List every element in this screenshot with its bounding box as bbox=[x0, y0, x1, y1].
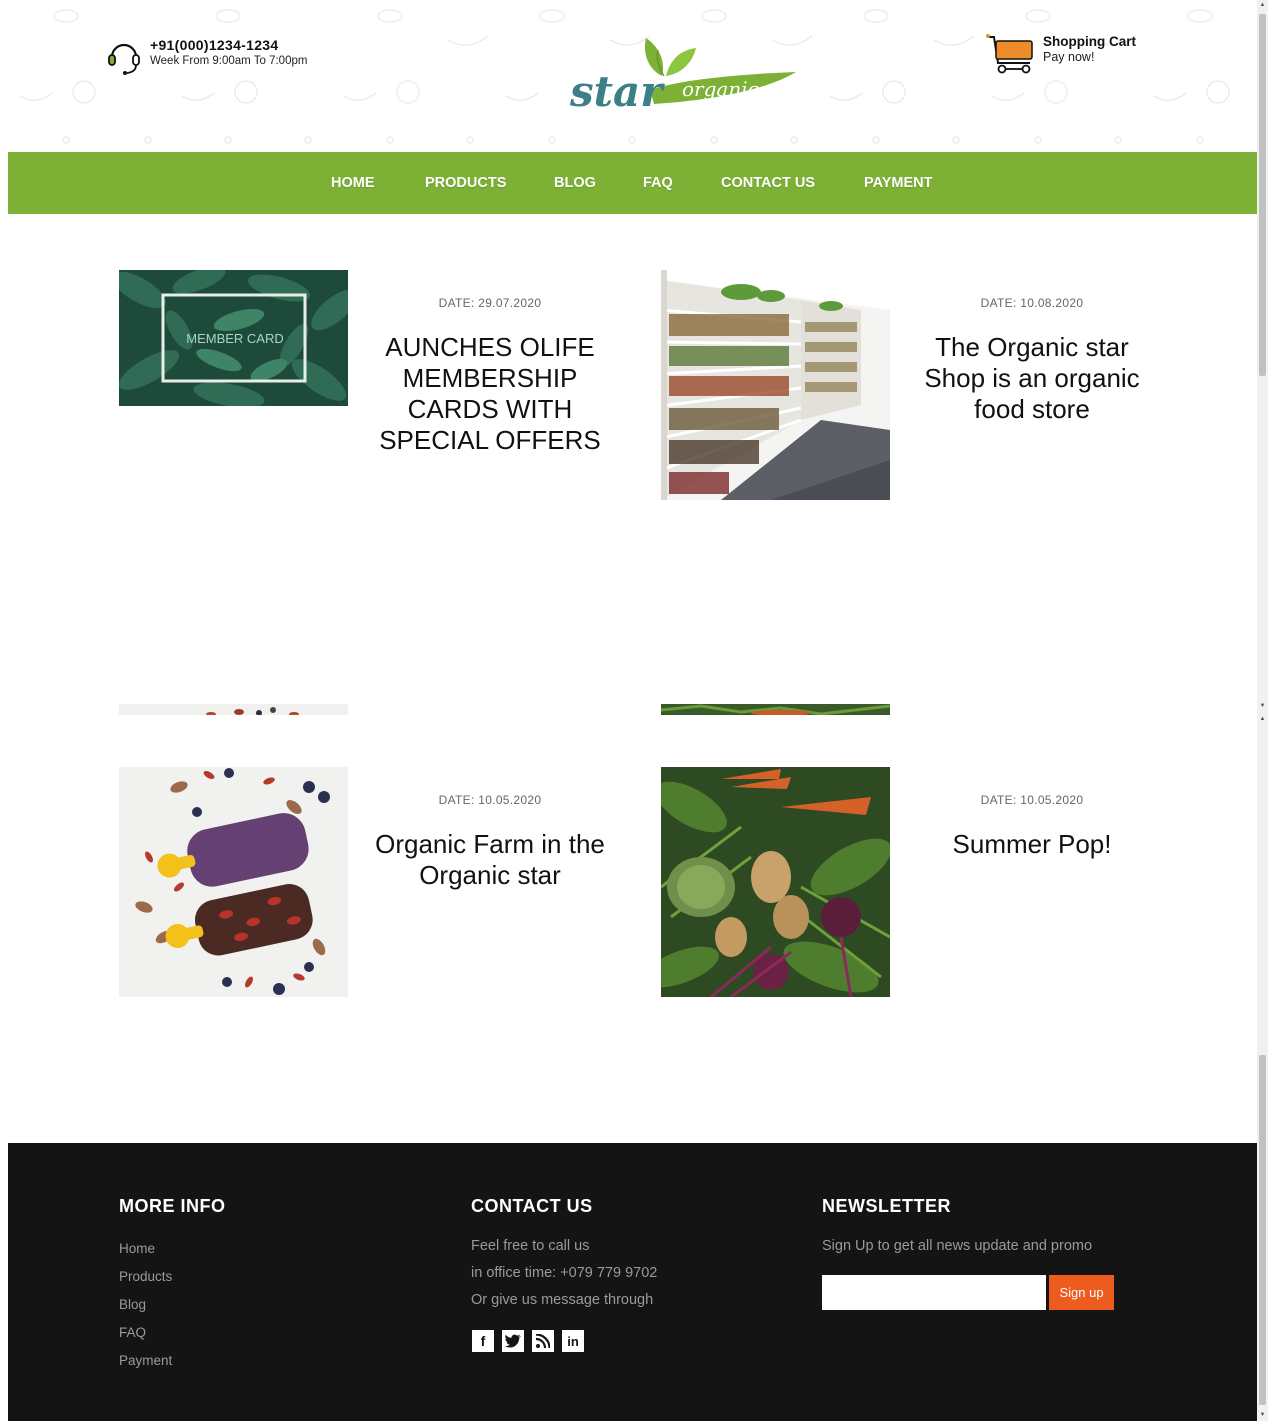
contact-heading: CONTACT US bbox=[471, 1196, 593, 1216]
footer-link-faq[interactable]: FAQ bbox=[119, 1319, 172, 1347]
footer-links: Home Products Blog FAQ Payment bbox=[119, 1235, 172, 1375]
nav-faq[interactable]: FAQ bbox=[643, 152, 673, 214]
contact-line: Feel free to call us bbox=[471, 1238, 590, 1254]
post-title[interactable]: Organic Farm in the Organic star bbox=[360, 829, 620, 891]
scroll-thumb[interactable] bbox=[1259, 1055, 1266, 1405]
logo-word-star: star bbox=[569, 67, 665, 114]
post-date: DATE: 10.08.2020 bbox=[980, 296, 1084, 310]
contact-line: Or give us message through bbox=[471, 1292, 654, 1308]
scroll-up-arrow[interactable]: ▲ bbox=[1259, 716, 1266, 722]
scroll-thumb[interactable] bbox=[1259, 14, 1266, 376]
post-meta: DATE: 10.05.2020 Organic Farm in the Org… bbox=[360, 793, 620, 891]
post-date: DATE: 10.05.2020 bbox=[980, 793, 1084, 807]
more-info-heading: MORE INFO bbox=[119, 1196, 226, 1216]
post-title[interactable]: AUNCHES OLIFE MEMBERSHIP CARDS WITH SPEC… bbox=[360, 332, 620, 456]
nav-blog[interactable]: BLOG bbox=[554, 152, 596, 214]
logo-word-organic: organic bbox=[682, 77, 759, 101]
phone-hours: Week From 9:00am To 7:00pm bbox=[150, 55, 308, 67]
store-shelves-image bbox=[661, 270, 890, 500]
newsletter-email-input[interactable] bbox=[822, 1275, 1046, 1310]
post-image-member-card[interactable]: MEMBER CARD bbox=[119, 270, 348, 406]
post-date: DATE: 29.07.2020 bbox=[438, 296, 542, 310]
twitter-icon[interactable] bbox=[502, 1330, 524, 1352]
popsicles-image bbox=[119, 767, 348, 997]
scroll-down-arrow[interactable]: ▼ bbox=[1259, 703, 1266, 709]
post-meta: DATE: 10.08.2020 The Organic star Shop i… bbox=[902, 296, 1162, 425]
phone-number: +91(000)1234-1234 bbox=[150, 37, 279, 53]
vegetables-image bbox=[661, 767, 890, 997]
page-scrollbar[interactable]: ▲ ▼ ▲ ▼ bbox=[1257, 0, 1268, 1421]
cart-icon bbox=[986, 34, 1033, 74]
footer-link-home[interactable]: Home bbox=[119, 1235, 172, 1263]
member-card-image: MEMBER CARD bbox=[119, 270, 348, 406]
image-strip bbox=[661, 703, 890, 715]
scroll-down-arrow[interactable]: ▼ bbox=[1259, 1412, 1266, 1418]
post-title[interactable]: The Organic star Shop is an organic food… bbox=[902, 332, 1162, 425]
nav-contact-us[interactable]: CONTACT US bbox=[721, 152, 815, 214]
page: +91(000)1234-1234 Week From 9:00am To 7:… bbox=[8, 0, 1257, 1421]
newsletter-text: Sign Up to get all news update and promo bbox=[822, 1238, 1093, 1254]
nav-home[interactable]: HOME bbox=[331, 152, 375, 214]
footer-link-blog[interactable]: Blog bbox=[119, 1291, 172, 1319]
phone-contact[interactable]: +91(000)1234-1234 Week From 9:00am To 7:… bbox=[106, 37, 307, 75]
post-image-vegetables[interactable] bbox=[661, 767, 890, 997]
shopping-cart[interactable]: Shopping Cart Pay now! bbox=[986, 33, 1136, 75]
site-logo[interactable]: star organic bbox=[558, 30, 798, 114]
post-date: DATE: 10.05.2020 bbox=[438, 793, 542, 807]
image-strip bbox=[119, 703, 348, 715]
cart-subtitle: Pay now! bbox=[1043, 50, 1095, 64]
site-header: +91(000)1234-1234 Week From 9:00am To 7:… bbox=[8, 0, 1257, 152]
post-image-store[interactable] bbox=[661, 270, 890, 500]
facebook-icon[interactable]: f bbox=[472, 1330, 494, 1352]
linkedin-icon[interactable]: in bbox=[562, 1330, 584, 1352]
rss-icon[interactable] bbox=[532, 1330, 554, 1352]
member-card-label: MEMBER CARD bbox=[186, 331, 284, 346]
footer-link-products[interactable]: Products bbox=[119, 1263, 172, 1291]
nav-payment[interactable]: PAYMENT bbox=[864, 152, 933, 214]
newsletter-heading: NEWSLETTER bbox=[822, 1196, 951, 1216]
footer-link-payment[interactable]: Payment bbox=[119, 1347, 172, 1375]
headset-icon bbox=[108, 43, 140, 75]
signup-button[interactable]: Sign up bbox=[1049, 1275, 1114, 1310]
contact-text: Feel free to call us in office time: +07… bbox=[471, 1233, 657, 1314]
nav-products[interactable]: PRODUCTS bbox=[425, 152, 506, 214]
site-footer: MORE INFO Home Products Blog FAQ Payment… bbox=[8, 1143, 1257, 1421]
post-meta: DATE: 29.07.2020 AUNCHES OLIFE MEMBERSHI… bbox=[360, 296, 620, 456]
scroll-up-arrow[interactable]: ▲ bbox=[1259, 2, 1266, 8]
main-nav: HOME PRODUCTS BLOG FAQ CONTACT US PAYMEN… bbox=[8, 152, 1257, 214]
post-title[interactable]: Summer Pop! bbox=[902, 829, 1162, 860]
contact-line: in office time: +079 779 9702 bbox=[471, 1265, 658, 1281]
post-image-popsicles[interactable] bbox=[119, 767, 348, 997]
social-links: f in bbox=[472, 1330, 584, 1352]
cart-title: Shopping Cart bbox=[1043, 34, 1136, 49]
post-meta: DATE: 10.05.2020 Summer Pop! bbox=[902, 793, 1162, 860]
